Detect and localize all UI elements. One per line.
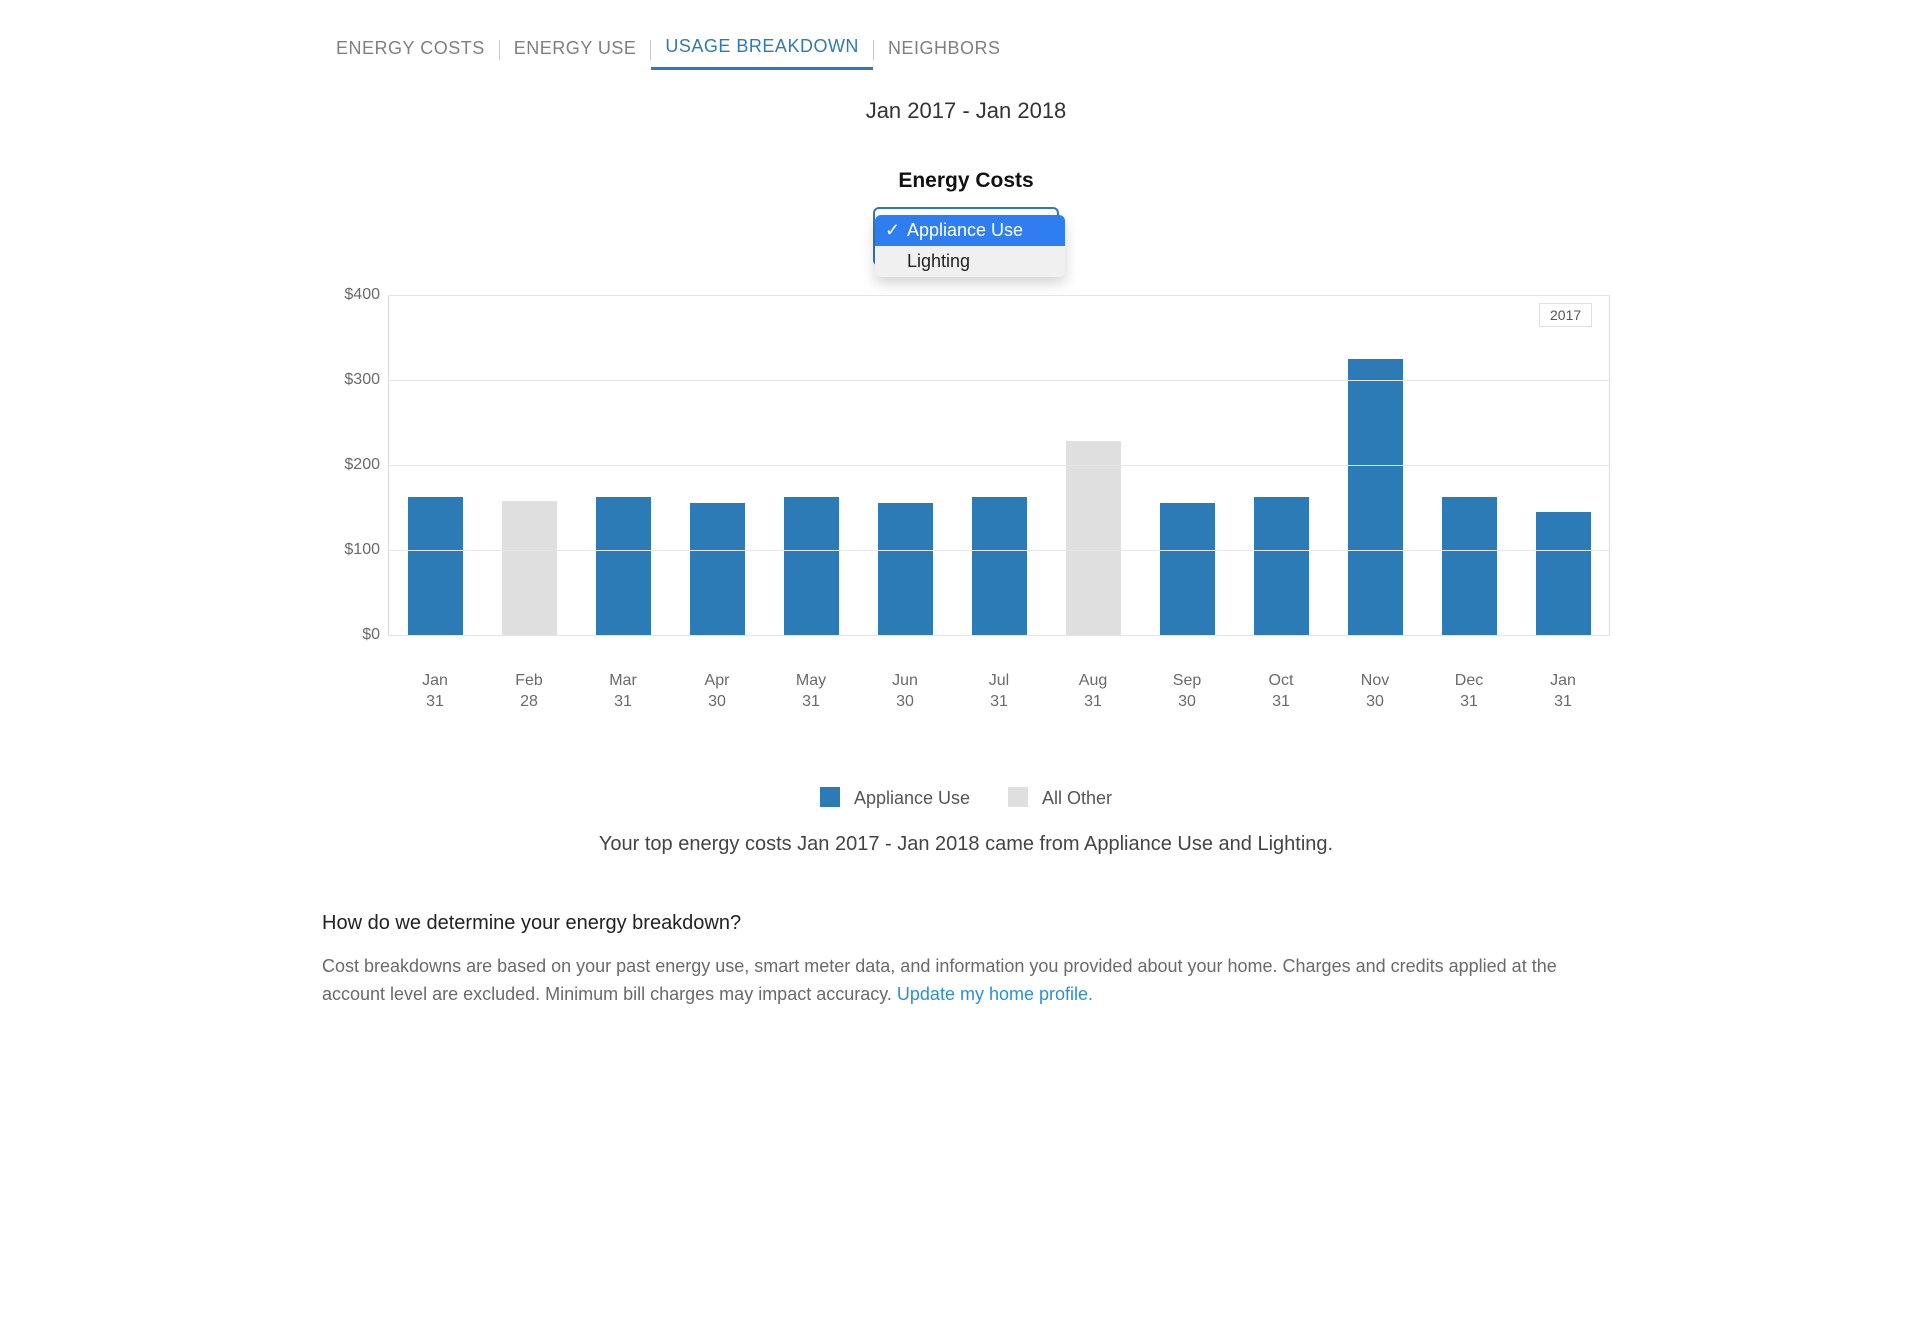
gridline	[388, 465, 1610, 466]
year-badge: 2017	[1539, 303, 1592, 327]
gridline	[388, 550, 1610, 551]
bar-other[interactable]	[1066, 441, 1121, 635]
faq-question: How do we determine your energy breakdow…	[322, 912, 1610, 935]
bar-primary[interactable]	[1348, 359, 1403, 635]
selector-option-label: Appliance Use	[907, 220, 1023, 241]
bar-primary[interactable]	[1442, 497, 1497, 635]
bar-primary[interactable]	[972, 497, 1027, 635]
tabs: ENERGY COSTS ENERGY USE USAGE BREAKDOWN …	[322, 30, 1610, 70]
x-tick-label: May31	[781, 671, 841, 713]
category-selector[interactable]: ✓ Appliance Use Lighting	[873, 207, 1059, 277]
legend-swatch-other	[1008, 787, 1028, 807]
gridline	[388, 635, 1610, 636]
x-tick-label: Dec31	[1439, 671, 1499, 713]
selector-dropdown: ✓ Appliance Use Lighting	[875, 215, 1065, 277]
x-tick-label: Apr30	[687, 671, 747, 713]
x-tick-label: Jun30	[875, 671, 935, 713]
bar-primary[interactable]	[1160, 503, 1215, 635]
x-tick-label: Aug31	[1063, 671, 1123, 713]
x-tick-label: Oct31	[1251, 671, 1311, 713]
selector-option-appliance-use[interactable]: ✓ Appliance Use	[875, 215, 1065, 246]
selector-option-label: Lighting	[907, 251, 970, 272]
selector-option-lighting[interactable]: Lighting	[875, 246, 1065, 277]
legend-item-primary: Appliance Use	[820, 787, 970, 809]
bar-primary[interactable]	[784, 497, 839, 635]
summary-text: Your top energy costs Jan 2017 - Jan 201…	[322, 833, 1610, 856]
tab-energy-costs[interactable]: ENERGY COSTS	[322, 32, 499, 69]
x-tick-label: Feb28	[499, 671, 559, 713]
gridline	[388, 380, 1610, 381]
bar-primary[interactable]	[596, 497, 651, 635]
x-tick-label: Jan31	[1533, 671, 1593, 713]
tab-usage-breakdown[interactable]: USAGE BREAKDOWN	[651, 30, 873, 70]
bar-primary[interactable]	[1254, 497, 1309, 635]
y-tick-label: $0	[362, 626, 380, 644]
x-tick-label: Jan31	[405, 671, 465, 713]
x-tick-label: Nov30	[1345, 671, 1405, 713]
date-range-label: Jan 2017 - Jan 2018	[322, 98, 1610, 124]
plot-area: $0$100$200$300$4002017	[388, 295, 1610, 665]
x-tick-label: Jul31	[969, 671, 1029, 713]
bar-primary[interactable]	[1536, 512, 1591, 635]
y-tick-label: $400	[344, 286, 380, 304]
chart: $0$100$200$300$4002017 Jan31 Feb28 Mar31 Ap…	[328, 295, 1610, 717]
update-profile-link[interactable]: Update my home profile.	[897, 984, 1093, 1004]
y-tick-label: $100	[344, 541, 380, 559]
x-tick-label: Mar31	[593, 671, 653, 713]
bar-other[interactable]	[502, 501, 557, 635]
legend: Appliance Use All Other	[322, 787, 1610, 809]
chart-title: Energy Costs	[322, 169, 1610, 193]
tab-neighbors[interactable]: NEIGHBORS	[874, 32, 1015, 69]
bar-primary[interactable]	[408, 497, 463, 635]
bar-primary[interactable]	[878, 503, 933, 635]
legend-label-other: All Other	[1042, 788, 1112, 808]
x-tick-label: Sep30	[1157, 671, 1217, 713]
y-tick-label: $200	[344, 456, 380, 474]
y-tick-label: $300	[344, 371, 380, 389]
bar-primary[interactable]	[690, 503, 745, 635]
x-axis-labels: Jan31 Feb28 Mar31 Apr30 May31 Jun30 Jul31 Aug31…	[388, 671, 1610, 717]
legend-label-primary: Appliance Use	[854, 788, 970, 808]
legend-item-other: All Other	[1008, 787, 1112, 809]
check-icon: ✓	[885, 220, 899, 241]
faq-answer: Cost breakdowns are based on your past e…	[322, 953, 1610, 1009]
gridline	[388, 295, 1610, 296]
legend-swatch-primary	[820, 787, 840, 807]
tab-energy-use[interactable]: ENERGY USE	[500, 32, 651, 69]
